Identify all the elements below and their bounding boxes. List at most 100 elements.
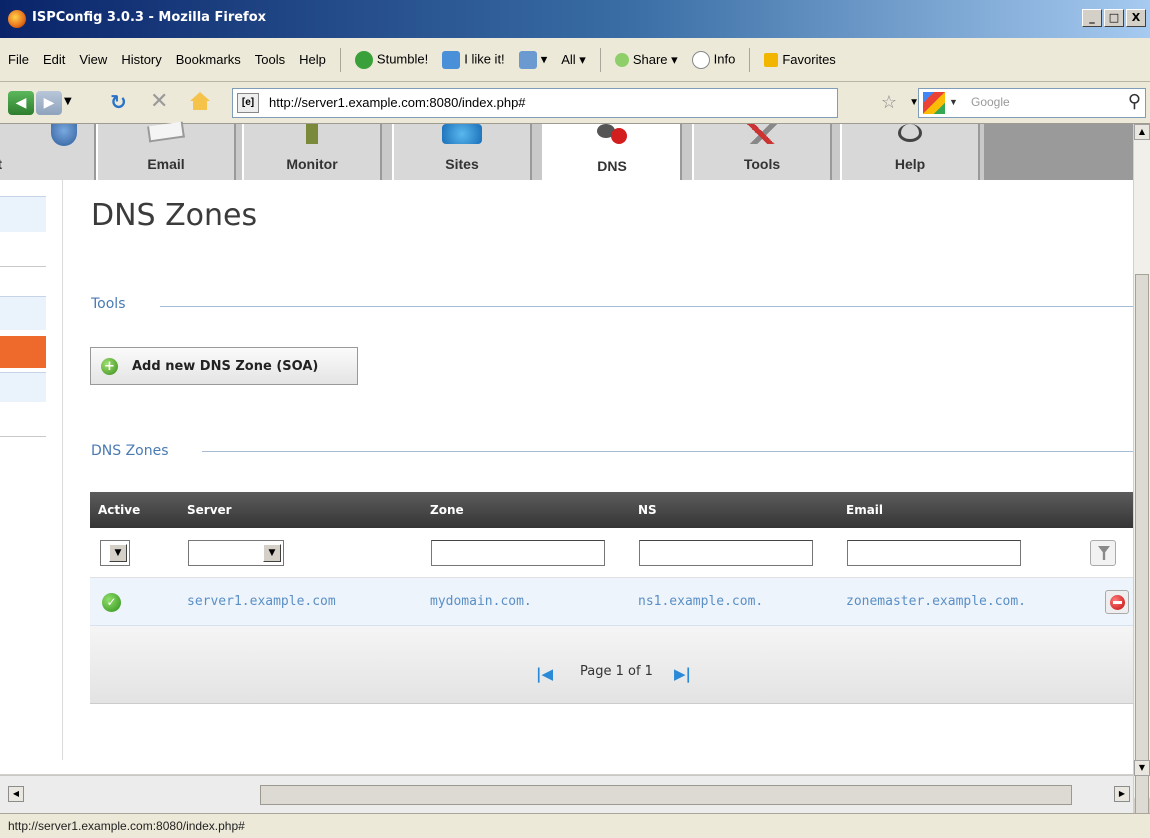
stumble-button[interactable]: Stumble!	[354, 50, 429, 69]
scroll-right-icon[interactable]: ▶	[1114, 786, 1130, 802]
tab-help[interactable]: Help	[840, 124, 980, 180]
horizontal-scrollbar[interactable]: ◀ ▶	[0, 775, 1133, 813]
globe-icon	[442, 124, 482, 144]
google-search-engine-icon[interactable]	[923, 92, 945, 114]
info-button[interactable]: Info	[691, 50, 735, 69]
history-dropdown-icon[interactable]: ▼	[64, 96, 72, 107]
tools-section-label: Tools	[91, 296, 126, 312]
add-dns-zone-button[interactable]: + Add new DNS Zone (SOA)	[90, 347, 358, 385]
vertical-scrollbar[interactable]: ▲ ▼	[1133, 124, 1150, 834]
horizontal-scroll-thumb[interactable]	[260, 785, 1072, 805]
stumbleupon-icon	[354, 50, 373, 69]
ns-filter-input[interactable]	[639, 540, 813, 566]
search-engine-dropdown-icon[interactable]: ▼	[949, 97, 958, 107]
tab-client[interactable]: lient	[0, 124, 96, 180]
table-row[interactable]: ✓ server1.example.com mydomain.com. ns1.…	[90, 578, 1133, 626]
menu-history[interactable]: History	[121, 52, 161, 67]
dns-zones-section-label: DNS Zones	[91, 443, 169, 459]
app-tab-bar: lient Email Monitor Sites DNS Tools Help	[0, 121, 1133, 182]
menu-separator	[749, 47, 751, 72]
menu-help[interactable]: Help	[299, 52, 326, 67]
column-header-server[interactable]: Server	[187, 503, 232, 517]
vertical-scroll-thumb[interactable]	[1135, 274, 1149, 834]
bookmark-star-icon[interactable]: ☆	[881, 92, 897, 113]
tab-tools[interactable]: Tools	[692, 124, 832, 180]
menu-edit[interactable]: Edit	[43, 52, 65, 67]
close-button[interactable]: X	[1126, 9, 1146, 27]
last-page-icon[interactable]: ▶|	[674, 666, 694, 682]
tab-dns[interactable]: DNS	[542, 124, 682, 182]
sidebar-item[interactable]	[0, 296, 46, 330]
minimize-button[interactable]: _	[1082, 9, 1102, 27]
scroll-up-icon[interactable]: ▲	[1134, 124, 1150, 140]
email-filter-input[interactable]	[847, 540, 1021, 566]
column-divider	[62, 180, 63, 760]
menu-tools[interactable]: Tools	[255, 52, 285, 67]
filter-search-button[interactable]	[1090, 540, 1116, 566]
scroll-down-icon[interactable]: ▼	[1134, 760, 1150, 776]
wrench-hammer-icon	[747, 124, 777, 144]
favorites-button[interactable]: Favorites	[764, 51, 836, 68]
active-check-icon: ✓	[102, 593, 121, 612]
menu-bookmarks[interactable]: Bookmarks	[176, 52, 241, 67]
tab-monitor[interactable]: Monitor	[242, 124, 382, 180]
favorites-label: Favorites	[782, 51, 836, 67]
add-dns-zone-label: Add new DNS Zone (SOA)	[132, 358, 319, 374]
tools-section-line	[160, 306, 1133, 307]
tab-sites[interactable]: Sites	[392, 124, 532, 180]
thumbs-down-button[interactable]: ▾	[518, 50, 547, 69]
back-button[interactable]: ◀	[8, 91, 34, 115]
active-filter-select[interactable]: ▼	[100, 540, 130, 566]
tab-email[interactable]: Email	[96, 121, 236, 180]
column-header-active[interactable]: Active	[98, 503, 140, 517]
dns-icon	[597, 124, 627, 144]
all-label: All	[561, 51, 576, 67]
search-placeholder: Google	[971, 95, 1010, 109]
stop-icon[interactable]: ✕	[150, 89, 168, 114]
column-header-zone[interactable]: Zone	[430, 503, 464, 517]
delete-icon	[1110, 595, 1125, 610]
search-box[interactable]: ▼ Google ⚲	[918, 88, 1146, 118]
star-icon	[764, 53, 779, 68]
page-indicator: Page 1 of 1	[580, 664, 653, 679]
stumble-label: Stumble!	[376, 50, 429, 66]
home-icon[interactable]	[190, 92, 210, 110]
column-header-email[interactable]: Email	[846, 503, 883, 517]
cell-email[interactable]: zonemaster.example.com.	[846, 594, 1026, 609]
funnel-icon	[1098, 546, 1110, 560]
sidebar-item[interactable]	[0, 372, 46, 402]
site-identity-icon[interactable]: [e]	[237, 93, 259, 113]
forward-button[interactable]: ▶	[36, 91, 62, 115]
pagination: |◀ Page 1 of 1 ▶|	[90, 626, 1133, 704]
delete-button[interactable]	[1105, 590, 1129, 614]
magnifier-icon[interactable]: ⚲	[1128, 91, 1141, 112]
cell-zone[interactable]: mydomain.com.	[430, 594, 532, 609]
server-filter-select[interactable]: ▼	[188, 540, 284, 566]
plus-icon: +	[101, 357, 118, 375]
chevron-down-icon: ▼	[109, 544, 127, 562]
thumbs-up-icon	[442, 50, 461, 69]
sidebar-item[interactable]	[0, 196, 46, 232]
window-title: ISPConfig 3.0.3 - Mozilla Firefox	[32, 10, 267, 25]
address-bar[interactable]: [e] http://server1.example.com:8080/inde…	[232, 88, 919, 118]
sidebar-divider	[0, 266, 46, 267]
cell-server[interactable]: server1.example.com	[187, 594, 336, 609]
menu-view[interactable]: View	[79, 52, 107, 67]
share-button[interactable]: Share ▾	[614, 52, 678, 68]
ilike-button[interactable]: I like it!	[442, 50, 505, 69]
filter-row: ▼ ▼	[90, 528, 1133, 578]
sidebar-item-active[interactable]	[0, 336, 46, 368]
zone-filter-input[interactable]	[431, 540, 605, 566]
share-icon	[614, 53, 629, 68]
cell-ns[interactable]: ns1.example.com.	[638, 594, 763, 609]
all-dropdown[interactable]: All ▾	[561, 52, 586, 68]
scroll-left-icon[interactable]: ◀	[8, 786, 24, 802]
tab-bar-filler	[984, 124, 1133, 180]
menu-separator	[599, 47, 601, 72]
table-header: Active Server Zone NS Email	[90, 492, 1133, 528]
maximize-button[interactable]: □	[1104, 9, 1124, 27]
first-page-icon[interactable]: |◀	[536, 666, 556, 682]
column-header-ns[interactable]: NS	[638, 503, 657, 517]
reload-icon[interactable]: ↻	[110, 90, 127, 114]
menu-file[interactable]: File	[8, 52, 29, 67]
